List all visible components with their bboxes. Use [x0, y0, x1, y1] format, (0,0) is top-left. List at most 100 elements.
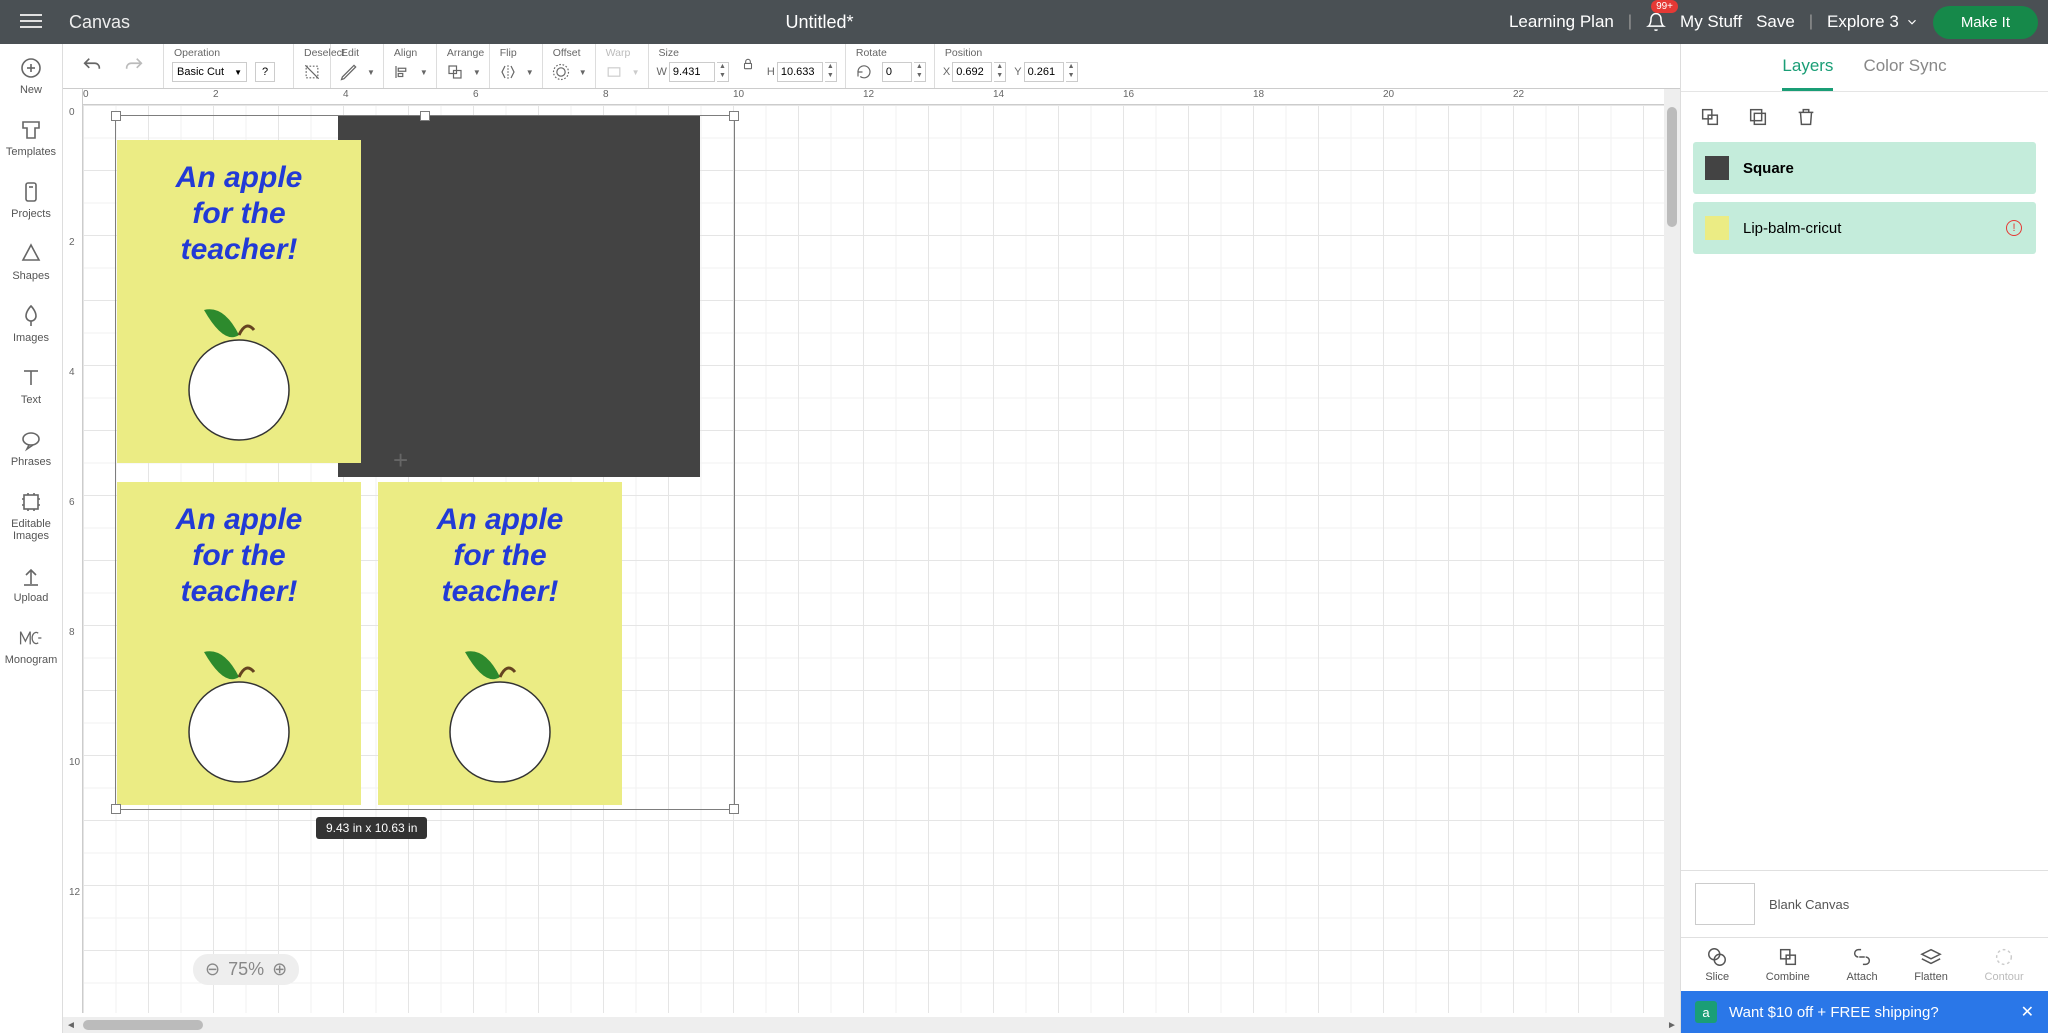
- make-it-button[interactable]: Make It: [1933, 6, 2038, 39]
- tool-attach[interactable]: Attach: [1846, 946, 1877, 983]
- nav-shapes[interactable]: Shapes: [12, 242, 49, 282]
- my-stuff-link[interactable]: My Stuff: [1680, 12, 1742, 32]
- nav-images[interactable]: Images: [13, 304, 49, 344]
- ruler-vertical: 024681012: [63, 89, 83, 1013]
- lock-aspect-icon[interactable]: [741, 57, 755, 71]
- offset-icon[interactable]: [551, 62, 571, 82]
- scrollbar-thumb[interactable]: [83, 1020, 203, 1030]
- scrollbar-thumb[interactable]: [1667, 107, 1677, 227]
- nav-monogram[interactable]: Monogram: [5, 626, 58, 666]
- notifications-icon[interactable]: 99+: [1646, 12, 1666, 32]
- rotate-icon[interactable]: [854, 62, 874, 82]
- nav-new[interactable]: New: [19, 56, 43, 96]
- close-icon[interactable]: ✕: [2021, 1002, 2034, 1022]
- rotate-group: Rotate 0▲▼: [845, 44, 934, 88]
- layer-name: Lip-balm-cricut: [1743, 220, 1841, 237]
- nav-label: Templates: [6, 146, 56, 158]
- machine-dropdown[interactable]: Explore 3: [1827, 12, 1919, 32]
- layer-thumbnail: [1705, 156, 1729, 180]
- y-input[interactable]: Y0.261▲▼: [1014, 62, 1077, 82]
- nav-label: New: [20, 84, 42, 96]
- scroll-right-arrow[interactable]: ►: [1664, 1020, 1680, 1031]
- group-label: Warp: [606, 47, 631, 59]
- tab-layers[interactable]: Layers: [1782, 56, 1833, 91]
- group-label: Arrange: [447, 47, 484, 59]
- tool-flatten[interactable]: Flatten: [1914, 946, 1948, 983]
- nav-editable-images[interactable]: EditableImages: [11, 490, 51, 542]
- selection-bounding-box[interactable]: 9.43 in x 10.63 in: [115, 115, 735, 810]
- zoom-value: 75%: [228, 959, 264, 980]
- tool-slice[interactable]: Slice: [1705, 946, 1729, 983]
- align-group: Align ▼: [383, 44, 436, 88]
- nav-text[interactable]: Text: [19, 366, 43, 406]
- x-input[interactable]: X0.692▲▼: [943, 62, 1006, 82]
- flip-group: Flip ▼: [489, 44, 542, 88]
- group-label: Align: [394, 47, 417, 59]
- width-input[interactable]: W9.431▲▼: [657, 62, 729, 82]
- undo-icon[interactable]: [81, 55, 103, 77]
- access-badge-icon: a: [1695, 1001, 1717, 1023]
- rotate-value: 0: [882, 62, 912, 82]
- duplicate-icon[interactable]: [1747, 106, 1769, 128]
- vertical-scrollbar[interactable]: [1664, 89, 1680, 1017]
- warning-icon[interactable]: !: [2006, 220, 2022, 236]
- deselect-group: Deselect: [293, 44, 330, 88]
- height-input[interactable]: H10.633▲▼: [767, 62, 837, 82]
- blank-canvas-row[interactable]: Blank Canvas: [1681, 871, 2048, 937]
- deselect-icon[interactable]: [302, 62, 322, 82]
- operation-help[interactable]: ?: [255, 62, 275, 82]
- flip-icon[interactable]: [498, 62, 518, 82]
- zoom-in-icon[interactable]: ⊕: [272, 959, 287, 980]
- menu-icon[interactable]: [20, 10, 44, 34]
- save-button[interactable]: Save: [1756, 12, 1795, 32]
- ruler-horizontal: 0246810121416182022: [83, 89, 1680, 105]
- rotate-input[interactable]: 0▲▼: [882, 62, 926, 82]
- resize-handle[interactable]: [729, 804, 739, 814]
- arrange-icon[interactable]: [445, 62, 465, 82]
- layer-action-icons: [1681, 92, 2048, 142]
- group-label: Position: [945, 47, 982, 59]
- resize-handle[interactable]: [729, 111, 739, 121]
- toolbar: Operation Basic Cut▼ ? Deselect Edit ▼ A…: [63, 44, 1680, 89]
- operation-group: Operation Basic Cut▼ ?: [163, 44, 293, 88]
- layer-item-lipbalm[interactable]: Lip-balm-cricut !: [1693, 202, 2036, 254]
- nav-phrases[interactable]: Phrases: [11, 428, 51, 468]
- document-title[interactable]: Untitled*: [130, 12, 1509, 33]
- nav-projects[interactable]: Projects: [11, 180, 51, 220]
- zoom-out-icon[interactable]: ⊖: [205, 959, 220, 980]
- resize-handle[interactable]: [111, 111, 121, 121]
- operation-select[interactable]: Basic Cut▼: [172, 62, 247, 82]
- machine-name: Explore 3: [1827, 12, 1899, 32]
- group-label: Edit: [341, 47, 359, 59]
- align-icon[interactable]: [392, 62, 412, 82]
- edit-icon[interactable]: [339, 62, 359, 82]
- left-sidebar: New Templates Projects Shapes Images Tex…: [0, 44, 63, 1033]
- redo-icon[interactable]: [123, 55, 145, 77]
- separator: |: [1809, 13, 1813, 31]
- trash-icon[interactable]: [1795, 106, 1817, 128]
- resize-handle[interactable]: [420, 111, 430, 121]
- zoom-control[interactable]: ⊖ 75% ⊕: [193, 954, 299, 985]
- canvas-area[interactable]: + An applefor theteacher! An applefor th…: [83, 105, 1680, 1013]
- layer-thumbnail: [1705, 216, 1729, 240]
- learning-plan-link[interactable]: Learning Plan: [1509, 12, 1614, 32]
- resize-handle[interactable]: [111, 804, 121, 814]
- app-header: Canvas Untitled* Learning Plan | 99+ My …: [0, 0, 2048, 44]
- layers-panel: Layers Color Sync Square Lip-balm-cricut…: [1680, 44, 2048, 1033]
- group-icon[interactable]: [1699, 106, 1721, 128]
- tab-colorsync[interactable]: Color Sync: [1863, 56, 1946, 91]
- edit-group: Edit ▼: [330, 44, 383, 88]
- scroll-left-arrow[interactable]: ◄: [63, 1020, 79, 1031]
- nav-upload[interactable]: Upload: [14, 564, 49, 604]
- layer-item-square[interactable]: Square: [1693, 142, 2036, 194]
- nav-templates[interactable]: Templates: [6, 118, 56, 158]
- notification-badge: 99+: [1651, 0, 1678, 13]
- horizontal-scrollbar[interactable]: ◄ ►: [63, 1017, 1680, 1033]
- promo-banner[interactable]: a Want $10 off + FREE shipping? ✕: [1681, 991, 2048, 1033]
- warp-group: Warp ▼: [595, 44, 648, 88]
- nav-label: Shapes: [12, 270, 49, 282]
- panel-tabs: Layers Color Sync: [1681, 44, 2048, 92]
- nav-label: Monogram: [5, 654, 58, 666]
- tool-contour: Contour: [1985, 946, 2024, 983]
- tool-combine[interactable]: Combine: [1766, 946, 1810, 983]
